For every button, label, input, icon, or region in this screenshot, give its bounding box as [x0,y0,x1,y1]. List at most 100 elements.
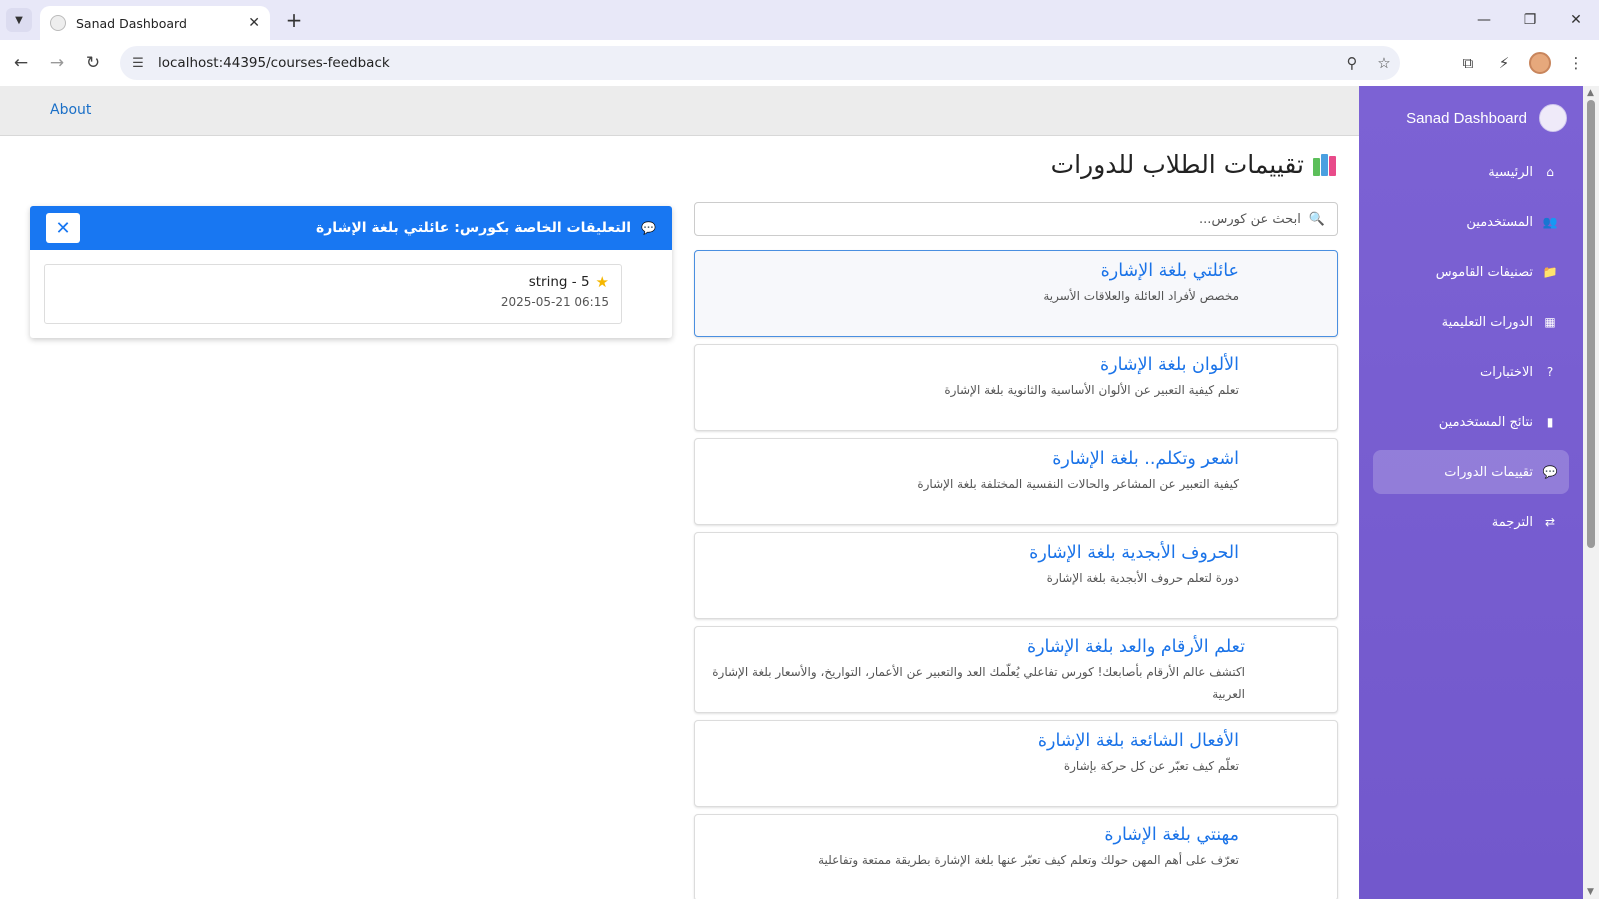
question-icon: ? [1546,365,1554,379]
chevron-down-icon: ▼ [15,14,23,26]
course-desc: تعلّم كيف تعبّر عن كل حركة بإشارة [1063,759,1239,773]
tab-search-button[interactable]: ▼ [6,8,32,32]
sidebar-item-label: تقييمات الدورات [1444,464,1533,480]
sidebar-item-translation[interactable]: ⇄ الترجمة [1373,500,1569,544]
speech-bubble-icon: 💬 [641,221,656,235]
chart-icon: ▮ [1546,415,1554,429]
board-icon: ▦ [1544,315,1556,329]
main-content: تقييمات الطلاب للدورات 🔍 عائلتي بلغة الإ… [0,136,1360,899]
address-bar[interactable]: ☰ localhost:44395/courses-feedback ⚲ ☆ [120,46,1400,80]
extensions-icon[interactable]: ⧉ [1453,48,1483,78]
sidebar-item-label: تصنيفات القاموس [1435,264,1533,280]
course-card[interactable]: الحروف الأبجدية بلغة الإشارة دورة لتعلم … [694,532,1338,619]
scroll-thumb[interactable] [1587,100,1595,548]
menu-kebab-icon[interactable]: ⋮ [1561,48,1591,78]
users-icon: 👥 [1542,215,1558,229]
page-title-text: تقييمات الطلاب للدورات [1050,150,1304,179]
comments-header: 💬 التعليقات الخاصة بكورس: عائلتي بلغة ال… [30,206,672,250]
profile-avatar[interactable] [1529,52,1551,74]
about-link[interactable]: About [50,102,91,118]
top-navbar: About [0,86,1360,136]
home-icon: ⌂ [1546,165,1554,179]
course-card[interactable]: مهنتي بلغة الإشارة تعرّف على أهم المهن ح… [694,814,1338,899]
comment-item: ★ 5 - string 2025-05-21 06:15 [44,264,622,324]
bookmark-star-icon[interactable]: ☆ [1368,54,1400,72]
sidebar-item-label: الاختبارات [1480,364,1533,380]
course-card[interactable]: الألوان بلغة الإشارة تعلم كيفية التعبير … [694,344,1338,431]
comment-rating: ★ 5 - string [57,273,609,291]
brand-logo [1539,104,1567,132]
forward-button[interactable]: → [44,50,70,76]
translate-icon: ⇄ [1544,515,1556,529]
scroll-up-icon[interactable]: ▲ [1587,88,1594,98]
sidebar: Sanad Dashboard ⌂ الرئيسية 👥 المستخدمين … [1359,86,1583,899]
app: About تقييمات الطلاب للدورات 🔍 عائلتي بل… [0,86,1599,899]
sidebar-item-tests[interactable]: ? الاختبارات [1373,350,1569,394]
course-desc: تعرّف على أهم المهن حولك وتعلم كيف تعبّر… [818,853,1239,867]
window-controls: — ❐ ✕ [1461,0,1599,40]
browser-tabstrip: ▼ Sanad Dashboard ✕ + — ❐ ✕ [0,0,1599,40]
course-title: تعلم الأرقام والعد بلغة الإشارة [1026,637,1245,657]
sidebar-item-label: نتائج المستخدمين [1438,414,1533,430]
course-title: الأفعال الشائعة بلغة الإشارة [1037,731,1239,751]
sidebar-item-label: الترجمة [1491,514,1533,530]
back-button[interactable]: ← [8,50,34,76]
page-scrollbar[interactable]: ▲ ▼ [1583,86,1599,899]
star-icon: ★ [595,273,609,291]
course-title: الحروف الأبجدية بلغة الإشارة [1029,543,1239,563]
sidebar-item-dictionary-categories[interactable]: 📁 تصنيفات القاموس [1373,250,1569,294]
course-desc: دورة لتعلم حروف الأبجدية بلغة الإشارة [1046,571,1239,585]
sidebar-item-label: المستخدمين [1466,214,1533,230]
new-tab-button[interactable]: + [282,8,306,32]
books-icon [1312,153,1336,176]
course-desc: مخصص لأفراد العائلة والعلاقات الأسرية [1043,289,1239,303]
sidebar-item-course-feedback[interactable]: 💬 تقييمات الدورات [1373,450,1569,494]
maximize-button[interactable]: ❐ [1507,0,1553,40]
zoom-icon[interactable]: ⚲ [1336,54,1368,72]
sidebar-item-home[interactable]: ⌂ الرئيسية [1373,150,1569,194]
browser-toolbar: ← → ↻ ☰ localhost:44395/courses-feedback… [0,40,1599,86]
sidebar-brand[interactable]: Sanad Dashboard [1359,86,1583,150]
course-card[interactable]: عائلتي بلغة الإشارة مخصص لأفراد العائلة … [694,250,1338,337]
close-comments-button[interactable]: ✕ [46,213,80,243]
favicon-icon [50,15,66,31]
course-title: الألوان بلغة الإشارة [1099,355,1239,375]
sidebar-nav: ⌂ الرئيسية 👥 المستخدمين 📁 تصنيفات القامو… [1359,150,1583,544]
page-title: تقييمات الطلاب للدورات [1051,150,1336,179]
sidebar-item-user-results[interactable]: ▮ نتائج المستخدمين [1373,400,1569,444]
course-desc: كيفية التعبير عن المشاعر والحالات النفسي… [917,477,1239,491]
sidebar-item-label: الرئيسية [1488,164,1533,180]
sidebar-item-courses[interactable]: ▦ الدورات التعليمية [1373,300,1569,344]
site-info-icon[interactable]: ☰ [124,49,152,77]
url-text[interactable]: localhost:44395/courses-feedback [158,55,1336,71]
course-card[interactable]: اشعر وتكلم.. بلغة الإشارة كيفية التعبير … [694,438,1338,525]
course-desc: اكتشف عالم الأرقام بأصابعك! كورس تفاعلي … [712,665,1245,701]
close-window-button[interactable]: ✕ [1553,0,1599,40]
course-search[interactable]: 🔍 [694,202,1338,236]
scroll-down-icon[interactable]: ▼ [1587,887,1594,897]
comments-panel: 💬 التعليقات الخاصة بكورس: عائلتي بلغة ال… [30,206,672,338]
browser-tab[interactable]: Sanad Dashboard ✕ [40,6,270,40]
minimize-button[interactable]: — [1461,0,1507,40]
course-card[interactable]: تعلم الأرقام والعد بلغة الإشارة اكتشف عا… [694,626,1338,713]
brand-title: Sanad Dashboard [1406,109,1527,127]
course-title: اشعر وتكلم.. بلغة الإشارة [1052,449,1239,469]
search-icon: 🔍 [1308,211,1325,227]
comment-date: 2025-05-21 06:15 [500,295,609,309]
sidebar-item-label: الدورات التعليمية [1441,314,1533,330]
course-desc: تعلم كيفية التعبير عن الألوان الأساسية و… [944,383,1239,397]
comments-header-text: التعليقات الخاصة بكورس: عائلتي بلغة الإش… [315,220,632,236]
comment-rating-text: 5 - string [528,274,590,290]
reload-button[interactable]: ↻ [80,50,106,76]
sidebar-item-users[interactable]: 👥 المستخدمين [1373,200,1569,244]
close-tab-icon[interactable]: ✕ [248,15,260,31]
search-input[interactable] [707,211,1301,227]
folder-icon: 📁 [1542,265,1558,279]
course-list: عائلتي بلغة الإشارة مخصص لأفراد العائلة … [694,250,1338,899]
course-card[interactable]: الأفعال الشائعة بلغة الإشارة تعلّم كيف ت… [694,720,1338,807]
performance-icon[interactable]: ⚡ [1489,48,1519,78]
comment-icon: 💬 [1542,465,1558,479]
toolbar-actions: ⧉ ⚡ ⋮ [1453,48,1591,78]
tab-title: Sanad Dashboard [76,15,187,31]
course-title: عائلتي بلغة الإشارة [1100,261,1239,281]
